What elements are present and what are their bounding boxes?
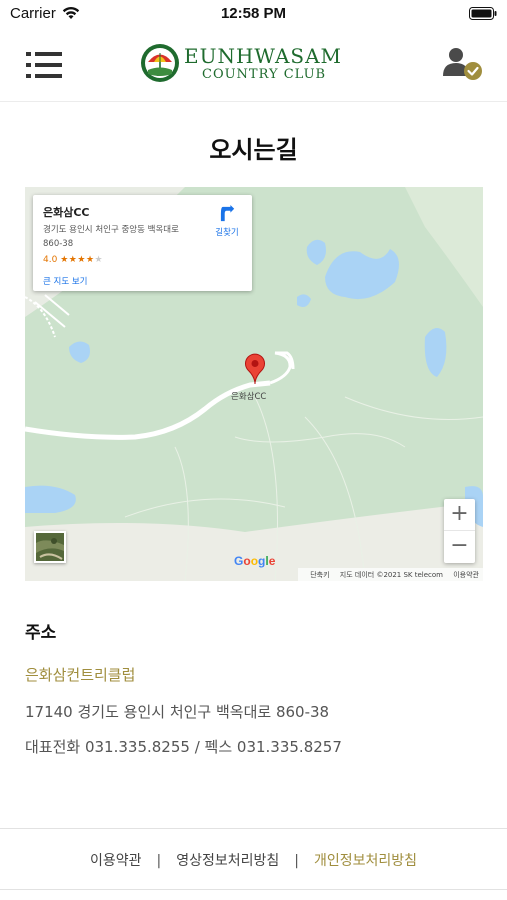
address-heading: 주소 [25, 623, 57, 643]
google-logo: Google [234, 554, 276, 568]
status-bar: Carrier 12:58 PM [0, 0, 507, 28]
menu-icon[interactable] [26, 50, 62, 80]
map-data-label: 지도 데이터 ©2021 SK telecom [339, 571, 443, 579]
club-name: 은화삼컨트리클럽 [25, 666, 136, 684]
footer-link-privacy-policy[interactable]: 개인정보처리방침 [314, 853, 417, 869]
larger-map-link[interactable]: 큰 지도 보기 [43, 275, 88, 287]
logo-name: EUNHWASAM [184, 44, 343, 68]
star-icon: ★ [85, 255, 95, 265]
phone-fax-line[interactable]: 대표전화 031.335.8255 / 펙스 031.335.8257 [25, 736, 342, 757]
status-time: 12:58 PM [220, 5, 287, 22]
location-map[interactable]: 은화삼CC 경기도 용인시 처인구 중앙동 백옥대로 860-38 4.0 ★★… [25, 187, 483, 581]
footer-links: 이용약관 | 영상정보처리방침 | 개인정보처리방침 [0, 850, 507, 870]
directions-icon [220, 205, 235, 222]
map-terms-link[interactable]: 이용약관 [453, 571, 479, 579]
map-pin-label: 은화삼CC [231, 392, 267, 402]
app-header: EUNHWASAM COUNTRY CLUB [0, 28, 507, 102]
zoom-out-button[interactable]: − [444, 531, 475, 563]
logo-emblem-icon [141, 44, 179, 82]
keyboard-shortcuts-link[interactable]: 단축키 [310, 571, 329, 579]
rating-value: 4.0 [43, 255, 58, 265]
user-verified-icon[interactable] [443, 46, 483, 82]
satellite-view-toggle[interactable] [34, 531, 66, 563]
directions-button[interactable]: 길찾기 [212, 205, 242, 238]
map-attribution: 단축키 지도 데이터 ©2021 SK telecom 이용약관 [298, 568, 483, 581]
rating-stars: ★★★★★ [60, 255, 103, 265]
address-line: 17140 경기도 용인시 처인구 백옥대로 860-38 [25, 703, 330, 721]
star-icon: ★ [60, 255, 69, 265]
club-logo[interactable]: EUNHWASAM COUNTRY CLUB [140, 43, 360, 87]
directions-label: 길찾기 [215, 228, 239, 238]
page-footer: 이용약관 | 영상정보처리방침 | 개인정보처리방침 [0, 828, 507, 890]
footer-link-terms[interactable]: 이용약관 [90, 853, 142, 869]
satellite-thumbnail-icon [36, 533, 64, 561]
map-pin-icon[interactable] [244, 353, 266, 385]
zoom-control: + − [444, 499, 475, 563]
battery-icon [469, 7, 497, 20]
place-info-card: 은화삼CC 경기도 용인시 처인구 중앙동 백옥대로 860-38 4.0 ★★… [33, 195, 252, 291]
place-name: 은화삼CC [43, 206, 90, 219]
footer-separator: | [156, 853, 162, 869]
place-rating: 4.0 ★★★★★ [43, 255, 103, 265]
zoom-in-button[interactable]: + [444, 499, 475, 531]
footer-separator: | [294, 853, 299, 869]
footer-link-video-policy[interactable]: 영상정보처리방침 [176, 853, 279, 869]
place-address: 경기도 용인시 처인구 중앙동 백옥대로 860-38 [43, 225, 179, 249]
star-empty-icon: ★ [94, 255, 104, 265]
logo-subtitle: COUNTRY CLUB [202, 67, 327, 82]
page-title: 오시는길 [209, 136, 298, 164]
star-icon: ★ [77, 255, 86, 265]
